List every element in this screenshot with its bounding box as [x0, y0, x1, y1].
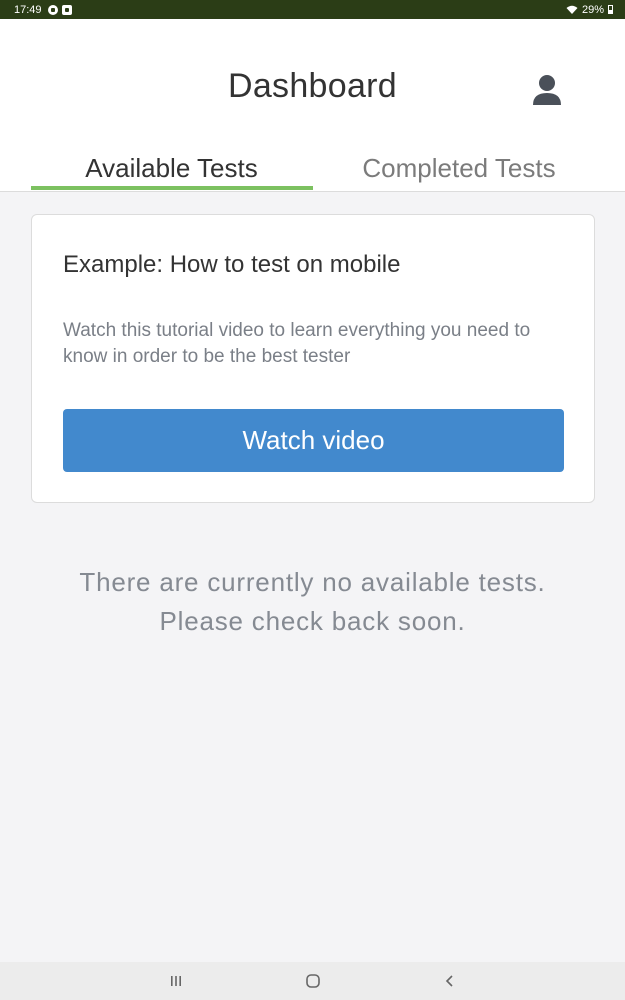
battery-percent: 29% — [581, 3, 604, 16]
home-button[interactable] — [301, 971, 325, 991]
back-icon — [445, 975, 453, 987]
back-button[interactable] — [438, 971, 462, 991]
user-icon — [533, 75, 561, 105]
status-bar: 17:49 29% — [0, 0, 625, 19]
tab-label: Completed Tests — [362, 153, 556, 183]
home-icon — [306, 974, 320, 988]
tab-available-tests[interactable]: Available Tests — [0, 153, 313, 192]
wifi-icon — [566, 5, 578, 14]
profile-button[interactable] — [526, 69, 568, 111]
app-header: Dashboard Available Tests Completed Test… — [0, 19, 625, 192]
empty-state-message: There are currently no available tests. … — [0, 563, 625, 641]
card-description: Watch this tutorial video to learn every… — [63, 320, 531, 367]
recent-apps-icon — [171, 976, 181, 986]
watch-video-button[interactable]: Watch video — [63, 409, 564, 472]
active-tab-indicator — [31, 186, 313, 190]
card-title: Example: How to test on mobile — [63, 251, 401, 278]
app-notification-icon — [47, 4, 58, 15]
battery-icon — [608, 5, 613, 14]
tab-bar: Available Tests Completed Tests — [0, 153, 625, 192]
status-time: 17:49 — [14, 3, 42, 16]
tutorial-card: Example: How to test on mobile Watch thi… — [31, 214, 595, 503]
system-nav-bar — [0, 962, 625, 1000]
empty-state-line-2: Please check back soon. — [159, 606, 466, 636]
tab-completed-tests[interactable]: Completed Tests — [313, 153, 625, 192]
status-right: 29% — [566, 4, 613, 16]
app-notification-icon-2 — [61, 4, 72, 15]
recent-apps-button[interactable] — [164, 971, 188, 991]
empty-state-line-1: There are currently no available tests. — [79, 567, 546, 597]
tab-label: Available Tests — [85, 153, 258, 183]
